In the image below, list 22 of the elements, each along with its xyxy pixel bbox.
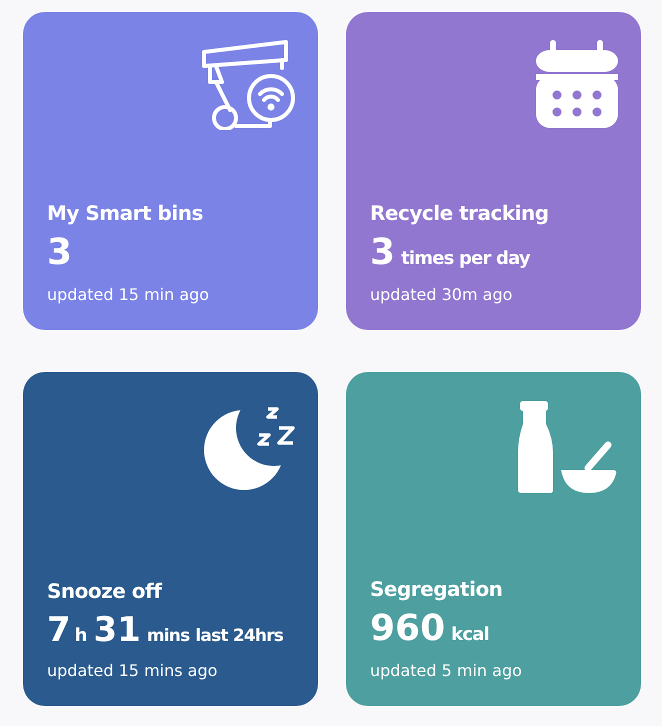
stat-card[interactable]: Recycle tracking 3 times per day updated 30m ago	[346, 12, 641, 330]
stat-unit: times per day	[401, 248, 530, 269]
stat-value: 7	[47, 613, 71, 647]
card-title: Segregation	[370, 577, 504, 601]
stat-value: 960	[370, 611, 446, 647]
stat-unit: mins	[146, 626, 190, 646]
updated-time: updated 15 mins ago	[47, 661, 218, 680]
updated-time: updated 5 min ago	[370, 661, 523, 680]
stat-unit: last 24hrs	[195, 626, 284, 646]
updated-time: updated 15 min ago	[47, 285, 210, 304]
stat-card[interactable]: Snooze off 7 h 31 mins last 24hrs updated 15 mins ago	[23, 372, 318, 706]
card-title: My Smart bins	[47, 201, 204, 225]
stat-unit: kcal	[451, 624, 489, 645]
updated-time: updated 30m ago	[370, 285, 514, 304]
stat-value: 3	[47, 235, 72, 271]
stat-value: 31	[94, 613, 141, 647]
card-title: Recycle tracking	[370, 201, 550, 225]
stat-unit: h	[74, 625, 88, 646]
stat-card[interactable]: My Smart bins 3 updated 15 min ago	[23, 12, 318, 330]
stat-card[interactable]: Segregation 960 kcal updated 5 min ago	[346, 372, 641, 706]
stat-value: 3	[370, 235, 396, 271]
card-title: Snooze off	[47, 579, 164, 603]
